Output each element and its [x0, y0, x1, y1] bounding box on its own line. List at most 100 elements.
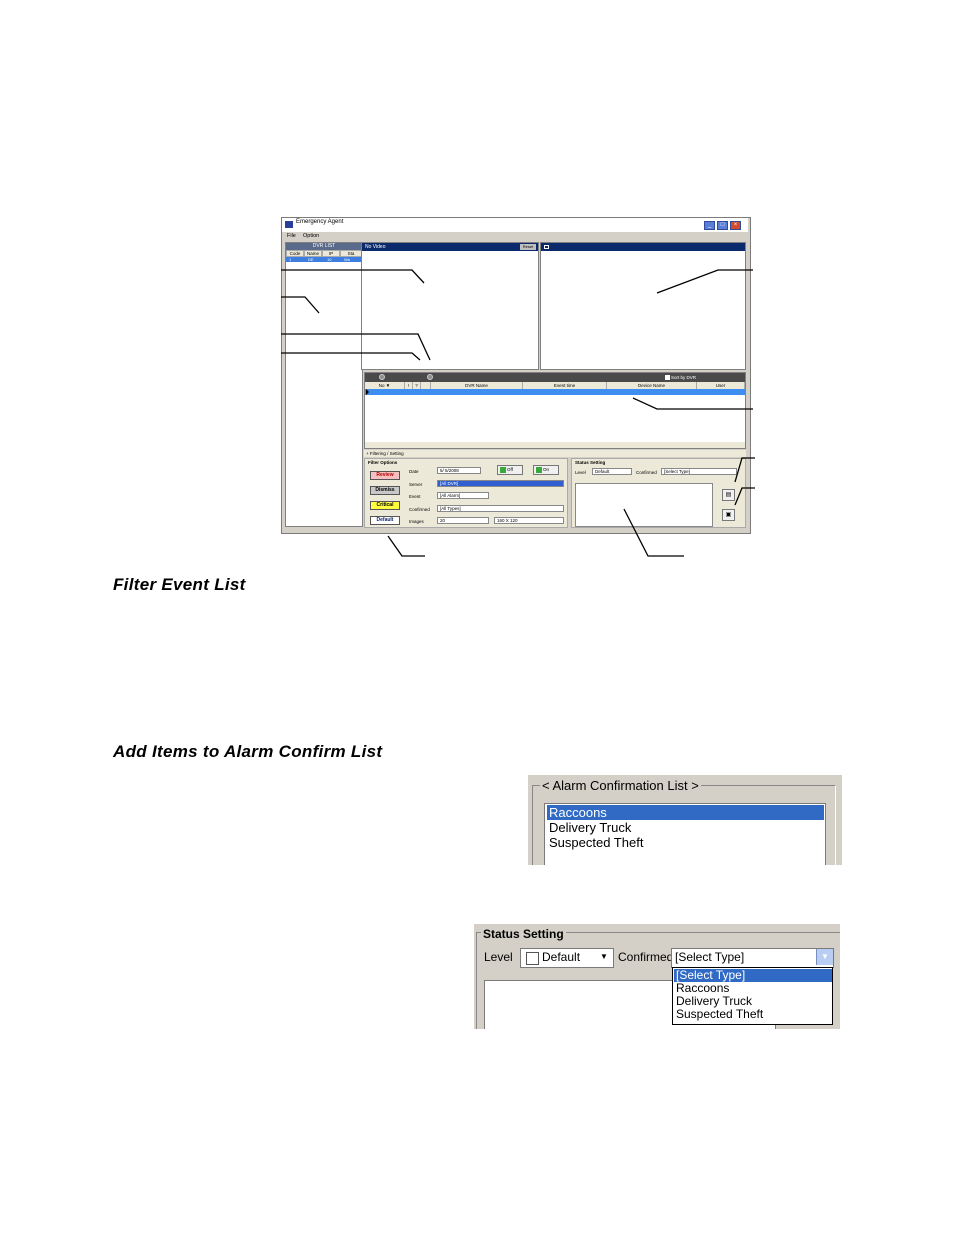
- dvr-cell: Wa: [344, 257, 350, 262]
- on-button[interactable]: On: [533, 465, 559, 475]
- confirmed-label: Confirmed: [409, 507, 430, 512]
- menu-bar: File Option: [282, 232, 748, 241]
- col-confirm[interactable]: ?: [413, 382, 421, 389]
- title-bar: Emergency Agent _ □ ×: [282, 218, 748, 232]
- event-list-columns: No ▼ ! ? DVR Name Event time Device Name…: [365, 382, 745, 389]
- check-icon: [536, 467, 542, 473]
- col-image[interactable]: [421, 382, 431, 389]
- col-user[interactable]: User: [697, 382, 745, 389]
- add-item-button[interactable]: ▤: [722, 489, 735, 501]
- critical-button[interactable]: Critical: [370, 501, 400, 510]
- off-icon: [500, 467, 506, 473]
- level-value: Default: [542, 950, 581, 964]
- confirmed-label: Confirmed: [636, 470, 657, 475]
- col-event-time[interactable]: Event time: [523, 382, 607, 389]
- heading-add-items: Add Items to Alarm Confirm List: [113, 742, 383, 761]
- col-device-name[interactable]: Device Name: [607, 382, 697, 389]
- alarm-confirmation-list-panel: < Alarm Confirmation List > Raccoons Del…: [528, 775, 842, 865]
- event-row[interactable]: [365, 389, 745, 395]
- close-icon[interactable]: ×: [730, 221, 741, 230]
- server-select[interactable]: [All DVR]: [437, 480, 564, 487]
- col-code[interactable]: Code: [286, 250, 304, 257]
- dropdown-option[interactable]: Suspected Theft: [674, 1008, 832, 1021]
- video-panel-title: No Video: [365, 244, 386, 250]
- alarm-confirmation-listbox[interactable]: Raccoons Delivery Truck Suspected Theft: [544, 803, 826, 865]
- event-select[interactable]: [All Alarm]: [437, 492, 489, 499]
- event-list-panel: Sort by DVR No ▼ ! ? DVR Name Event time…: [364, 372, 746, 449]
- col-ip[interactable]: IP: [322, 250, 340, 257]
- reset-button[interactable]: Reset: [520, 244, 536, 250]
- col-priority[interactable]: !: [405, 382, 413, 389]
- dvr-list-columns: Code Name IP Sta: [286, 250, 362, 257]
- filtering-setting-label: + Filtering / Setting: [366, 451, 404, 456]
- date-label: Date: [409, 469, 419, 474]
- status-setting-legend: Status Setting: [481, 927, 566, 941]
- dismiss-button[interactable]: Dismiss: [370, 486, 400, 495]
- col-no[interactable]: No ▼: [365, 382, 405, 389]
- status-setting: Status Setting Level Default Confirmed […: [571, 458, 746, 528]
- off-button[interactable]: Off: [497, 465, 523, 475]
- level-color-swatch: [526, 952, 539, 965]
- row-pointer-icon: [366, 389, 369, 395]
- status-note-area[interactable]: [575, 483, 713, 527]
- confirmed-type-select[interactable]: [Select Type]: [661, 468, 737, 475]
- dvr-cell: 10: [327, 257, 332, 262]
- col-name[interactable]: Name: [304, 250, 322, 257]
- event-list-header: Sort by DVR: [365, 373, 745, 382]
- dvr-cell: 1: [289, 257, 292, 262]
- level-label: Level: [575, 470, 586, 475]
- app-icon: [285, 221, 293, 228]
- map-panel: [540, 242, 746, 370]
- off-label: Off: [507, 467, 513, 472]
- chevron-down-icon: ▼: [600, 952, 608, 961]
- prev-icon[interactable]: [379, 374, 385, 380]
- video-panel: No Video Reset: [361, 242, 539, 370]
- dvr-cell: DE: [308, 257, 314, 262]
- on-label: On: [543, 467, 550, 472]
- menu-file[interactable]: File: [287, 233, 296, 239]
- list-item[interactable]: Suspected Theft: [547, 835, 824, 850]
- confirmed-label: Confirmed: [618, 950, 674, 964]
- dvr-list-row[interactable]: 1 DE 10 Wa: [286, 257, 362, 262]
- review-button[interactable]: Review: [370, 471, 400, 480]
- image-size-select[interactable]: 160 X 120: [494, 517, 564, 524]
- alarm-list-legend: < Alarm Confirmation List >: [540, 778, 701, 793]
- filter-options: Filter Options Review Dismiss Critical D…: [364, 458, 568, 528]
- confirmed-dropdown-list[interactable]: [Select Type] Raccoons Delivery Truck Su…: [672, 967, 833, 1025]
- sort-by-dvr-checkbox[interactable]: [665, 375, 670, 380]
- emergency-agent-window: Emergency Agent _ □ × File Option DVR LI…: [281, 217, 751, 534]
- minimize-icon[interactable]: _: [704, 221, 715, 230]
- status-setting-title: Status Setting: [575, 460, 606, 465]
- chevron-down-icon[interactable]: ▼: [816, 949, 833, 965]
- level-label: Level: [484, 950, 513, 964]
- server-label: Server: [409, 482, 423, 487]
- col-dvr-name[interactable]: DVR Name: [431, 382, 523, 389]
- filter-options-title: Filter Options: [368, 460, 398, 465]
- confirmed-select[interactable]: [All Types]: [437, 505, 564, 512]
- list-item[interactable]: Delivery Truck: [547, 820, 824, 835]
- default-button[interactable]: Default: [370, 516, 400, 525]
- video-panel-header: No Video Reset: [362, 243, 538, 251]
- date-picker[interactable]: 5/ 5/2008: [437, 467, 481, 474]
- heading-filter-event-list: Filter Event List: [113, 575, 246, 594]
- level-combo[interactable]: Default ▼: [520, 948, 614, 968]
- images-label: Images: [409, 519, 424, 524]
- save-icon[interactable]: ▣: [722, 509, 735, 521]
- col-status[interactable]: Sta: [340, 250, 362, 257]
- horizontal-scrollbar[interactable]: [365, 442, 745, 448]
- callout-lines: [281, 269, 755, 557]
- dvr-list-panel: DVR LIST Code Name IP Sta 1 DE 10 Wa: [285, 242, 363, 527]
- maximize-icon[interactable]: □: [717, 221, 728, 230]
- map-panel-header: [541, 243, 745, 251]
- sort-by-dvr-label: Sort by DVR: [671, 375, 697, 380]
- menu-option[interactable]: Option: [303, 233, 319, 239]
- dvr-list-title: DVR LIST: [286, 243, 362, 250]
- next-icon[interactable]: [427, 374, 433, 380]
- level-select[interactable]: Default: [592, 468, 632, 475]
- map-icon[interactable]: [544, 245, 549, 249]
- status-setting-detail-panel: Status Setting Level Default ▼ Confirmed…: [474, 924, 840, 1029]
- filtering-setting-tab[interactable]: + Filtering / Setting: [364, 450, 746, 457]
- confirmed-combo[interactable]: [Select Type] ▼: [671, 948, 834, 968]
- list-item[interactable]: Raccoons: [547, 805, 824, 820]
- images-select[interactable]: 20: [437, 517, 489, 524]
